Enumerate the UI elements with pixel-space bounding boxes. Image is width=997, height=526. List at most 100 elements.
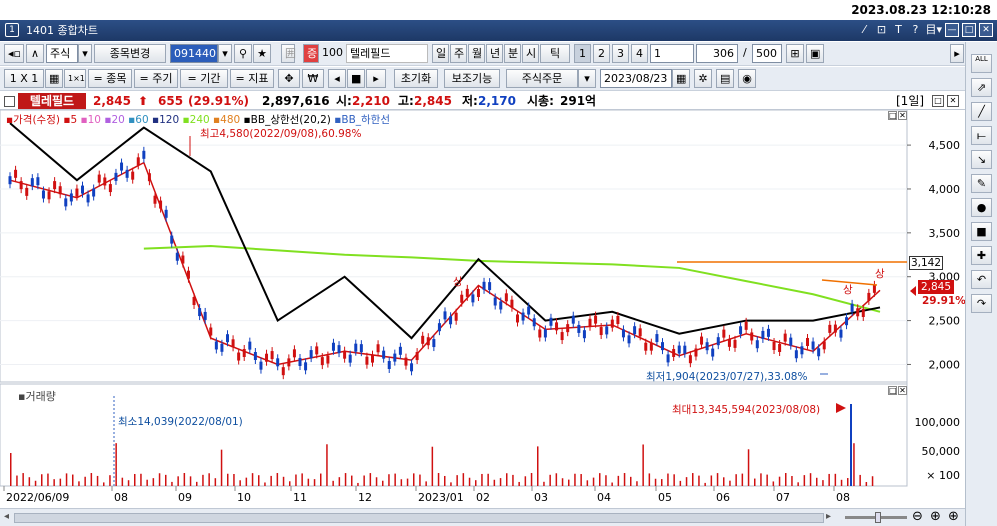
extra-icon[interactable]: ◉ [738, 69, 756, 88]
capture-icon[interactable]: ⊡ [874, 23, 888, 37]
won-icon[interactable]: ₩ [302, 69, 324, 88]
pin-icon[interactable]: ⁄ [857, 23, 871, 37]
legend-ma10[interactable]: ▪10 [80, 114, 101, 126]
menu-icon[interactable]: 目▾ [925, 23, 942, 37]
volume-bar [189, 476, 192, 486]
search-icon[interactable]: ⚲ [234, 44, 252, 63]
volume-bar [679, 480, 682, 486]
volume-axis: 100,000 50,000 × 100 [915, 416, 961, 482]
volume-bar [382, 480, 384, 486]
chart-config-icon[interactable]: ▤ [716, 69, 734, 88]
layout-ratio-button[interactable]: 1 X 1 [4, 69, 44, 88]
legend-bb-upper[interactable]: ▪BB_상한선(20,2) [244, 114, 331, 126]
stop-icon[interactable]: ■ [347, 69, 365, 88]
sync-item-button[interactable]: = 종목 [88, 69, 132, 88]
interval-2[interactable]: 2 [593, 44, 610, 63]
up-button[interactable]: ∧ [26, 44, 44, 63]
market-select[interactable]: 주식 [46, 44, 78, 63]
sync-range-button[interactable]: = 기간 [180, 69, 228, 88]
interval-3[interactable]: 3 [612, 44, 629, 63]
aux-function-button[interactable]: 보조기능 [444, 69, 500, 88]
period-day[interactable]: 일 [432, 44, 449, 63]
code-dropdown-icon[interactable]: ▾ [218, 44, 232, 63]
price-pane-max-icon[interactable]: □ [888, 111, 897, 120]
stock-order-button[interactable]: 주식주문 [506, 69, 578, 88]
pencil-tool-icon[interactable]: ✎ [971, 174, 992, 193]
item-checkbox[interactable] [4, 96, 15, 107]
crosshair-icon[interactable]: ✥ [278, 69, 300, 88]
help-icon[interactable]: ? [908, 23, 922, 37]
zoom-reset-icon[interactable]: ⊕ [948, 509, 959, 524]
cross-tool-icon[interactable]: ✚ [971, 246, 992, 265]
save-icon[interactable]: ▣ [806, 44, 824, 63]
next-icon[interactable]: ▸ [366, 69, 386, 88]
minimize-button[interactable]: — [945, 23, 959, 37]
nav-left-button[interactable]: ◂▫ [4, 44, 24, 63]
period-hour[interactable]: 시 [522, 44, 539, 63]
stock-code-input[interactable]: 091440 [170, 44, 218, 63]
price-pane-close-icon[interactable]: ✕ [898, 111, 907, 120]
reset-button[interactable]: 초기화 [394, 69, 438, 88]
expand-right-icon[interactable]: ▸ [950, 44, 964, 63]
max-count-input[interactable]: 500 [752, 44, 782, 63]
period-month[interactable]: 월 [468, 44, 485, 63]
arrow-tool-icon[interactable]: ↘ [971, 150, 992, 169]
legend-ma60[interactable]: ▪60 [128, 114, 149, 126]
circle-tool-icon[interactable]: ● [971, 198, 992, 217]
period-tick[interactable]: 틱 [540, 44, 570, 63]
tool-settings-icon[interactable]: ⇗ [971, 78, 992, 97]
panel-close-icon[interactable]: ✕ [947, 95, 959, 107]
period-minute[interactable]: 분 [504, 44, 521, 63]
lock-icon[interactable]: 囲 [281, 44, 296, 63]
legend-ma120[interactable]: ▪120 [152, 114, 179, 126]
calendar-icon[interactable]: ▦ [672, 69, 690, 88]
zoom-slider-handle[interactable] [875, 512, 881, 523]
panel-max-icon[interactable]: □ [932, 95, 944, 107]
window-titlebar[interactable]: 1 1401 종합차트 ⁄ ⊡ T ? 目▾ — □ ✕ [0, 20, 997, 41]
period-week[interactable]: 주 [450, 44, 467, 63]
favorite-icon[interactable]: ★ [253, 44, 271, 63]
chart-svg[interactable]: 4,5004,0003,5003,0002,5002,000 100,00050… [0, 109, 965, 508]
chart-scrollbar[interactable]: ◂ ▸ ⊖ ⊕ ⊕ [0, 508, 965, 526]
interval-1[interactable]: 1 [574, 44, 591, 63]
zoom-out-icon[interactable]: ⊖ [912, 509, 923, 524]
close-button[interactable]: ✕ [979, 23, 993, 37]
scroll-right-icon[interactable]: ▸ [826, 511, 831, 522]
sync-period-button[interactable]: = 주기 [134, 69, 178, 88]
order-dropdown-icon[interactable]: ▾ [578, 69, 596, 88]
candle-body [97, 174, 101, 183]
interval-4[interactable]: 4 [631, 44, 648, 63]
scroll-left-icon[interactable]: ◂ [4, 511, 9, 522]
period-year[interactable]: 년 [486, 44, 503, 63]
volume-pane-max-icon[interactable]: □ [888, 386, 897, 395]
all-tools-icon[interactable]: ALL [971, 54, 992, 73]
add-window-icon[interactable]: ⊞ [786, 44, 804, 63]
interval-input[interactable]: 1 [650, 44, 694, 63]
undo-icon[interactable]: ↶ [971, 270, 992, 289]
grid-layout-icon[interactable]: ▦ [45, 69, 63, 88]
scroll-track[interactable] [14, 513, 824, 523]
text-icon[interactable]: T [891, 23, 905, 37]
date-input[interactable]: 2023/08/23 [600, 69, 672, 88]
zoom-in-icon[interactable]: ⊕ [930, 509, 941, 524]
volume-pane-close-icon[interactable]: ✕ [898, 386, 907, 395]
rect-tool-icon[interactable]: ■ [971, 222, 992, 241]
market-dropdown-icon[interactable]: ▾ [78, 44, 92, 63]
change-item-button[interactable]: 종목변경 [94, 44, 166, 63]
legend-ma5[interactable]: ▪5 [63, 114, 77, 126]
line-tool-icon[interactable]: ╱ [971, 102, 992, 121]
settings-icon[interactable]: ✲ [694, 69, 712, 88]
legend-bb-lower[interactable]: ▪BB_하한선 [334, 114, 390, 126]
redo-icon[interactable]: ↷ [971, 294, 992, 313]
legend-price[interactable]: ▪가격(수정) [6, 114, 60, 126]
sync-indicator-button[interactable]: = 지표 [230, 69, 274, 88]
chart-area[interactable]: 4,500 4,000 3,500 3,000 2,500 2,000 100,000 50… [0, 109, 966, 508]
legend-ma240[interactable]: ▪240 [183, 114, 210, 126]
display-count-input[interactable]: 306 [696, 44, 738, 63]
legend-ma20[interactable]: ▪20 [104, 114, 125, 126]
single-layout-icon[interactable]: 1×1 [64, 69, 86, 88]
maximize-button[interactable]: □ [962, 23, 976, 37]
hline-tool-icon[interactable]: ⟝ [971, 126, 992, 145]
legend-ma480[interactable]: ▪480 [213, 114, 240, 126]
prev-icon[interactable]: ◂ [328, 69, 346, 88]
